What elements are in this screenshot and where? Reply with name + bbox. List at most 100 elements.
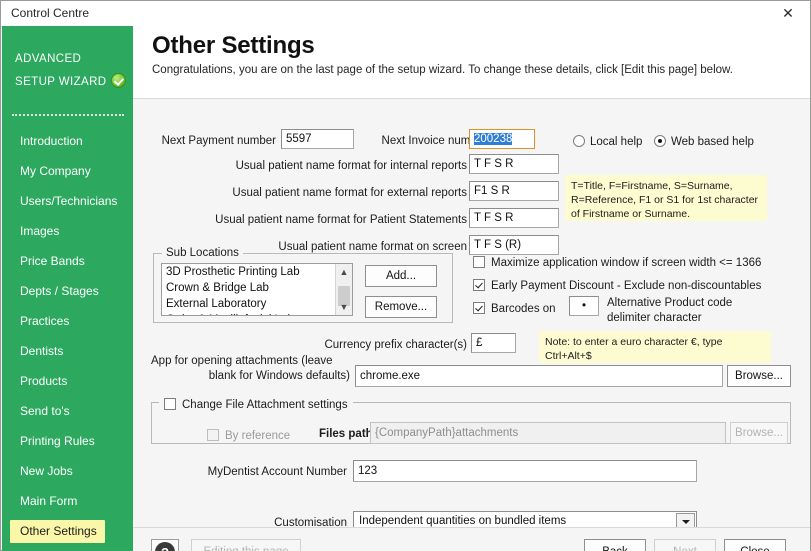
sidebar-item-price-bands[interactable]: Price Bands bbox=[2, 246, 133, 276]
next-payment-number-input[interactable]: 5597 bbox=[281, 129, 354, 149]
title-bar: Control Centre ✕ bbox=[1, 1, 810, 27]
close-button[interactable]: Close bbox=[724, 539, 786, 551]
early-payment-discount-label: Early Payment Discount - Exclude non-dis… bbox=[491, 280, 761, 292]
close-icon[interactable]: ✕ bbox=[766, 1, 810, 25]
currency-prefix-input[interactable]: £ bbox=[471, 333, 516, 353]
name-format-statements-label: Usual patient name format for Patient St… bbox=[151, 214, 467, 226]
sidebar-item-introduction[interactable]: Introduction bbox=[2, 126, 133, 156]
sidebar-item-other-settings-row: Other Settings bbox=[2, 516, 133, 546]
local-help-radio[interactable]: Local help bbox=[573, 133, 642, 148]
list-item[interactable]: Ortho & Maxillofacial Lab bbox=[162, 312, 352, 316]
sidebar-item-dentists[interactable]: Dentists bbox=[2, 336, 133, 366]
by-reference-label: By reference bbox=[225, 430, 290, 442]
name-format-note: T=Title, F=Firstname, S=Surname, R=Refer… bbox=[565, 175, 767, 221]
editing-this-page-button[interactable]: Editing this page bbox=[191, 539, 301, 551]
mydentist-account-label: MyDentist Account Number bbox=[151, 466, 347, 478]
browse-files-path-button[interactable]: Browse... bbox=[730, 422, 788, 444]
sidebar-item-send-tos[interactable]: Send to's bbox=[2, 396, 133, 426]
app-attachments-label-line2: blank for Windows defaults) bbox=[151, 370, 350, 382]
sidebar-item-other-settings[interactable]: Other Settings bbox=[10, 520, 105, 543]
mydentist-account-input[interactable]: 123 bbox=[353, 460, 697, 482]
name-format-statements-input[interactable]: T F S R bbox=[469, 208, 559, 228]
sidebar-item-main-form[interactable]: Main Form bbox=[2, 486, 133, 516]
radio-dot-web bbox=[654, 135, 666, 147]
delimiter-label-line1: Alternative Product code bbox=[607, 297, 732, 309]
list-item[interactable]: Crown & Bridge Lab bbox=[162, 280, 352, 296]
list-item[interactable]: 3D Prosthetic Printing Lab bbox=[162, 264, 352, 280]
app-attachments-input[interactable]: chrome.exe bbox=[355, 365, 723, 387]
sidebar-wizard-line2: SETUP WIZARD bbox=[2, 70, 133, 93]
settings-body: Next Payment number 5597 Next Invoice nu… bbox=[133, 99, 810, 527]
add-sub-location-button[interactable]: Add... bbox=[365, 265, 437, 287]
maximize-window-checkbox[interactable]: Maximize application window if screen wi… bbox=[473, 254, 761, 269]
list-item[interactable]: External Laboratory bbox=[162, 296, 352, 312]
sidebar-item-products[interactable]: Products bbox=[2, 366, 133, 396]
window-title: Control Centre bbox=[11, 6, 89, 20]
delimiter-character-input[interactable]: • bbox=[569, 296, 599, 316]
name-format-external-input[interactable]: F1 S R bbox=[469, 181, 559, 201]
main-pane: Other Settings Congratulations, you are … bbox=[133, 26, 810, 551]
sidebar: ADVANCED SETUP WIZARD Introduction My Co… bbox=[2, 26, 133, 551]
sub-locations-scrollbar[interactable]: ▲ ▼ bbox=[335, 264, 352, 315]
next-button[interactable]: Next bbox=[654, 539, 716, 551]
help-button[interactable]: ? bbox=[151, 539, 179, 551]
files-path-label: Files path bbox=[319, 428, 373, 440]
name-format-external-label: Usual patient name format for external r… bbox=[151, 187, 467, 199]
barcodes-on-checkbox[interactable]: Barcodes on bbox=[473, 300, 556, 315]
sub-locations-listbox[interactable]: 3D Prosthetic Printing Lab Crown & Bridg… bbox=[161, 263, 353, 316]
footer-bar: ? Editing this page Back Next Close bbox=[133, 527, 810, 551]
delimiter-label-line2: delimiter character bbox=[607, 312, 702, 324]
web-help-radio[interactable]: Web based help bbox=[654, 133, 754, 148]
sidebar-item-printing-rules[interactable]: Printing Rules bbox=[2, 426, 133, 456]
sub-locations-title: Sub Locations bbox=[162, 247, 243, 259]
sidebar-item-practices[interactable]: Practices bbox=[2, 306, 133, 336]
checkbox-box-change-attachment bbox=[164, 398, 176, 410]
chevron-down-icon[interactable]: ▼ bbox=[336, 299, 352, 315]
checkbox-box-maximize bbox=[473, 256, 485, 268]
checkbox-box-by-reference bbox=[207, 429, 219, 441]
euro-note: Note: to enter a euro character €, type … bbox=[539, 331, 771, 363]
next-payment-number-label: Next Payment number bbox=[151, 135, 276, 147]
sidebar-item-users-technicians[interactable]: Users/Technicians bbox=[2, 186, 133, 216]
barcodes-on-label: Barcodes on bbox=[491, 303, 556, 315]
browse-app-button[interactable]: Browse... bbox=[727, 365, 791, 387]
sidebar-item-new-jobs[interactable]: New Jobs bbox=[2, 456, 133, 486]
name-format-internal-label: Usual patient name format for internal r… bbox=[151, 160, 467, 172]
customisation-value: Independent quantities on bundled items bbox=[359, 515, 566, 527]
checkbox-box-early-discount bbox=[473, 279, 485, 291]
local-help-label: Local help bbox=[590, 136, 642, 148]
radio-dot-local bbox=[573, 135, 585, 147]
check-badge-icon bbox=[111, 73, 126, 88]
web-help-label: Web based help bbox=[671, 136, 754, 148]
back-button[interactable]: Back bbox=[584, 539, 646, 551]
sidebar-wizard-heading: ADVANCED SETUP WIZARD bbox=[2, 48, 133, 93]
files-path-input[interactable]: {CompanyPath}attachments bbox=[370, 422, 726, 444]
next-invoice-number-label: Next Invoice number bbox=[355, 135, 487, 147]
early-payment-discount-checkbox[interactable]: Early Payment Discount - Exclude non-dis… bbox=[473, 277, 761, 292]
sidebar-item-my-company[interactable]: My Company bbox=[2, 156, 133, 186]
control-centre-window: Control Centre ✕ ADVANCED SETUP WIZARD I… bbox=[0, 0, 811, 551]
sidebar-item-depts-stages[interactable]: Depts / Stages bbox=[2, 276, 133, 306]
sidebar-wizard-line1: ADVANCED bbox=[2, 48, 133, 70]
name-format-screen-input[interactable]: T F S (R) bbox=[469, 235, 559, 255]
sidebar-wizard-line2-text: SETUP WIZARD bbox=[15, 76, 106, 88]
question-mark-icon[interactable]: ? bbox=[155, 542, 175, 551]
currency-prefix-label: Currency prefix character(s) bbox=[293, 339, 467, 351]
by-reference-checkbox[interactable]: By reference bbox=[207, 427, 290, 442]
chevron-up-icon[interactable]: ▲ bbox=[336, 264, 352, 280]
change-attachment-label: Change File Attachment settings bbox=[182, 399, 348, 411]
next-invoice-number-value: 200238 bbox=[474, 133, 512, 145]
change-attachment-checkbox[interactable]: Change File Attachment settings bbox=[159, 396, 353, 411]
page-description: Congratulations, you are on the last pag… bbox=[152, 62, 757, 78]
checkbox-box-barcodes bbox=[473, 302, 485, 314]
sidebar-nav: Introduction My Company Users/Technician… bbox=[2, 126, 133, 546]
next-invoice-number-input[interactable]: 200238 bbox=[469, 129, 535, 149]
page-header: Other Settings Congratulations, you are … bbox=[133, 26, 810, 99]
maximize-window-label: Maximize application window if screen wi… bbox=[491, 257, 761, 269]
remove-sub-location-button[interactable]: Remove... bbox=[365, 296, 437, 318]
name-format-internal-input[interactable]: T F S R bbox=[469, 154, 559, 174]
sidebar-item-images[interactable]: Images bbox=[2, 216, 133, 246]
page-title: Other Settings bbox=[152, 32, 315, 60]
app-attachments-label-line1: App for opening attachments (leave bbox=[151, 355, 333, 367]
sidebar-divider bbox=[12, 114, 124, 117]
